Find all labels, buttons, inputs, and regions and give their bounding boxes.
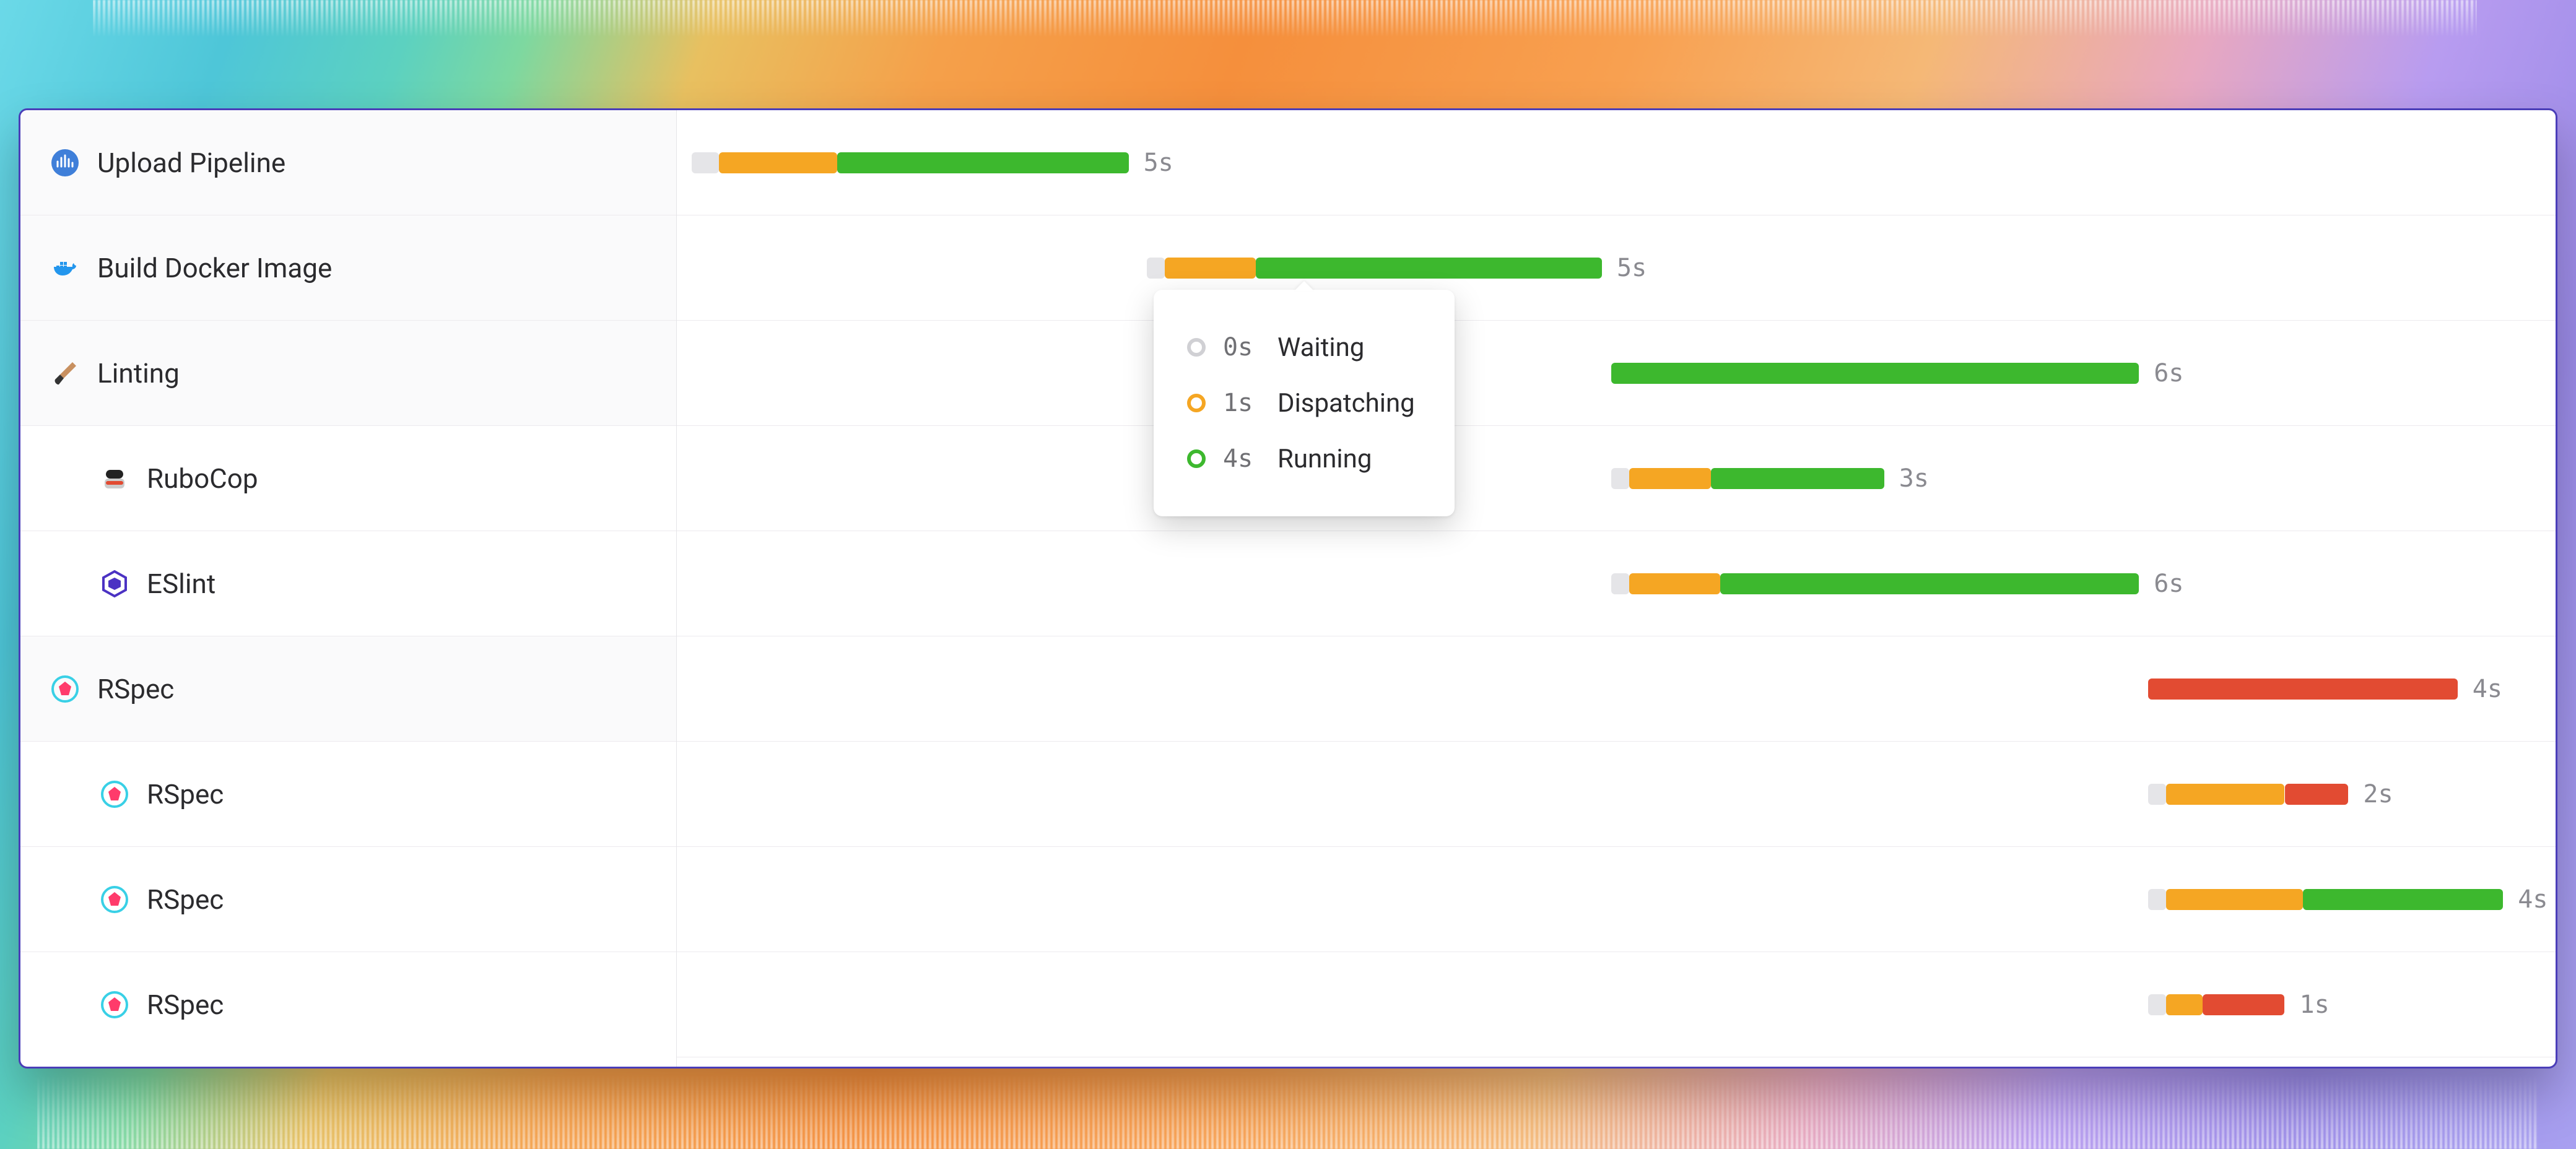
duration-label: 1s bbox=[2300, 991, 2330, 1019]
tooltip-label: Dispatching bbox=[1277, 388, 1415, 418]
timeline-bar[interactable] bbox=[692, 573, 2139, 594]
tooltip-row-dispatching: 1s Dispatching bbox=[1187, 375, 1415, 431]
duration-label: 5s bbox=[1617, 254, 1647, 282]
timeline-row[interactable]: 4s bbox=[677, 847, 2557, 952]
legend-dot-dispatching-icon bbox=[1187, 394, 1206, 412]
rspec-gem-icon bbox=[100, 885, 129, 914]
step-label: RSpec bbox=[147, 883, 224, 916]
eslint-hex-icon bbox=[100, 569, 129, 599]
timeline-row[interactable]: 6s bbox=[677, 531, 2557, 636]
step-label: ESlint bbox=[147, 568, 215, 600]
timeline-row[interactable]: 5s bbox=[677, 110, 2557, 215]
legend-dot-running-icon bbox=[1187, 449, 1206, 468]
step-label: Linting bbox=[97, 357, 180, 389]
tooltip-duration: 4s bbox=[1223, 444, 1260, 473]
decorative-fringe-top bbox=[93, 0, 2477, 37]
timeline-row[interactable]: 2s bbox=[677, 742, 2557, 847]
duration-label: 5s bbox=[1144, 149, 1173, 177]
segment-running bbox=[837, 152, 1128, 173]
segment-dispatching bbox=[719, 152, 837, 173]
segment-failed bbox=[2203, 994, 2284, 1015]
step-label: RSpec bbox=[147, 989, 224, 1021]
rspec-gem-icon bbox=[100, 990, 129, 1020]
duration-label: 6s bbox=[2154, 359, 2183, 388]
duration-label: 3s bbox=[1899, 464, 1929, 493]
segment-running bbox=[1720, 573, 2139, 594]
timeline-chart: 5s 5s 6s 3s 6s 4s 2s 4s 1s 0s Waiting 1s… bbox=[677, 110, 2557, 1067]
rspec-gem-icon bbox=[50, 674, 80, 704]
step-row-rubocop[interactable]: RuboCop bbox=[20, 426, 676, 531]
step-label: Upload Pipeline bbox=[97, 147, 285, 179]
decorative-fringe-bottom bbox=[37, 1075, 2539, 1149]
pipeline-timeline-panel: Upload Pipeline Build Docker Image Linti… bbox=[19, 108, 2557, 1069]
segment-running bbox=[1611, 363, 2139, 384]
phase-breakdown-tooltip: 0s Waiting 1s Dispatching 4s Running bbox=[1154, 290, 1455, 516]
timeline-row[interactable]: 1s bbox=[677, 952, 2557, 1057]
legend-dot-waiting-icon bbox=[1187, 338, 1206, 357]
timeline-bar[interactable] bbox=[692, 889, 2503, 910]
segment-waiting bbox=[2148, 784, 2166, 805]
timeline-row[interactable]: 3s bbox=[677, 426, 2557, 531]
step-row-upload-pipeline[interactable]: Upload Pipeline bbox=[20, 110, 676, 215]
step-row-rspec-group[interactable]: RSpec bbox=[20, 636, 676, 742]
duration-label: 2s bbox=[2363, 780, 2393, 809]
segment-waiting bbox=[2148, 889, 2166, 910]
tooltip-duration: 0s bbox=[1223, 333, 1260, 362]
timeline-bar[interactable] bbox=[692, 784, 2348, 805]
segment-running bbox=[1711, 468, 1884, 489]
segment-waiting bbox=[1611, 573, 1629, 594]
signal-circle-icon bbox=[50, 148, 80, 178]
step-label: RuboCop bbox=[147, 462, 258, 495]
tooltip-duration: 1s bbox=[1223, 389, 1260, 417]
segment-failed bbox=[2285, 784, 2349, 805]
tooltip-label: Running bbox=[1277, 444, 1372, 474]
tooltip-row-running: 4s Running bbox=[1187, 431, 1415, 487]
step-label: Build Docker Image bbox=[97, 252, 332, 284]
paintbrush-icon bbox=[50, 358, 80, 388]
step-row-eslint[interactable]: ESlint bbox=[20, 531, 676, 636]
segment-waiting bbox=[2148, 994, 2166, 1015]
segment-failed bbox=[2148, 679, 2458, 700]
tooltip-row-waiting: 0s Waiting bbox=[1187, 319, 1415, 375]
segment-waiting bbox=[1147, 258, 1165, 279]
segment-dispatching bbox=[1629, 468, 1711, 489]
timeline-bar[interactable] bbox=[692, 258, 1602, 279]
rubocop-icon bbox=[100, 464, 129, 493]
tooltip-label: Waiting bbox=[1277, 332, 1364, 363]
segment-waiting bbox=[692, 152, 719, 173]
segment-running bbox=[1256, 258, 1602, 279]
segment-dispatching bbox=[2166, 994, 2203, 1015]
duration-label: 4s bbox=[2473, 675, 2502, 703]
duration-label: 6s bbox=[2154, 570, 2183, 598]
timeline-bar[interactable] bbox=[692, 679, 2458, 700]
timeline-bar[interactable] bbox=[692, 152, 1129, 173]
rspec-gem-icon bbox=[100, 779, 129, 809]
step-label: RSpec bbox=[147, 778, 224, 810]
timeline-row[interactable]: 6s bbox=[677, 321, 2557, 426]
timeline-row[interactable]: 4s bbox=[677, 636, 2557, 742]
step-row-rspec-1[interactable]: RSpec bbox=[20, 742, 676, 847]
step-row-linting-group[interactable]: Linting bbox=[20, 321, 676, 426]
step-row-rspec-2[interactable]: RSpec bbox=[20, 847, 676, 952]
docker-whale-icon bbox=[50, 253, 80, 283]
timeline-row[interactable]: 5s bbox=[677, 215, 2557, 321]
step-label: RSpec bbox=[97, 673, 174, 705]
segment-dispatching bbox=[1629, 573, 1720, 594]
segment-running bbox=[2303, 889, 2503, 910]
step-row-rspec-3[interactable]: RSpec bbox=[20, 952, 676, 1057]
step-row-build-docker[interactable]: Build Docker Image bbox=[20, 215, 676, 321]
step-list-sidebar: Upload Pipeline Build Docker Image Linti… bbox=[20, 110, 677, 1067]
segment-dispatching bbox=[2166, 889, 2303, 910]
segment-dispatching bbox=[2166, 784, 2284, 805]
timeline-bar[interactable] bbox=[692, 994, 2285, 1015]
segment-dispatching bbox=[1165, 258, 1256, 279]
segment-waiting bbox=[1611, 468, 1629, 489]
duration-label: 4s bbox=[2518, 885, 2548, 914]
